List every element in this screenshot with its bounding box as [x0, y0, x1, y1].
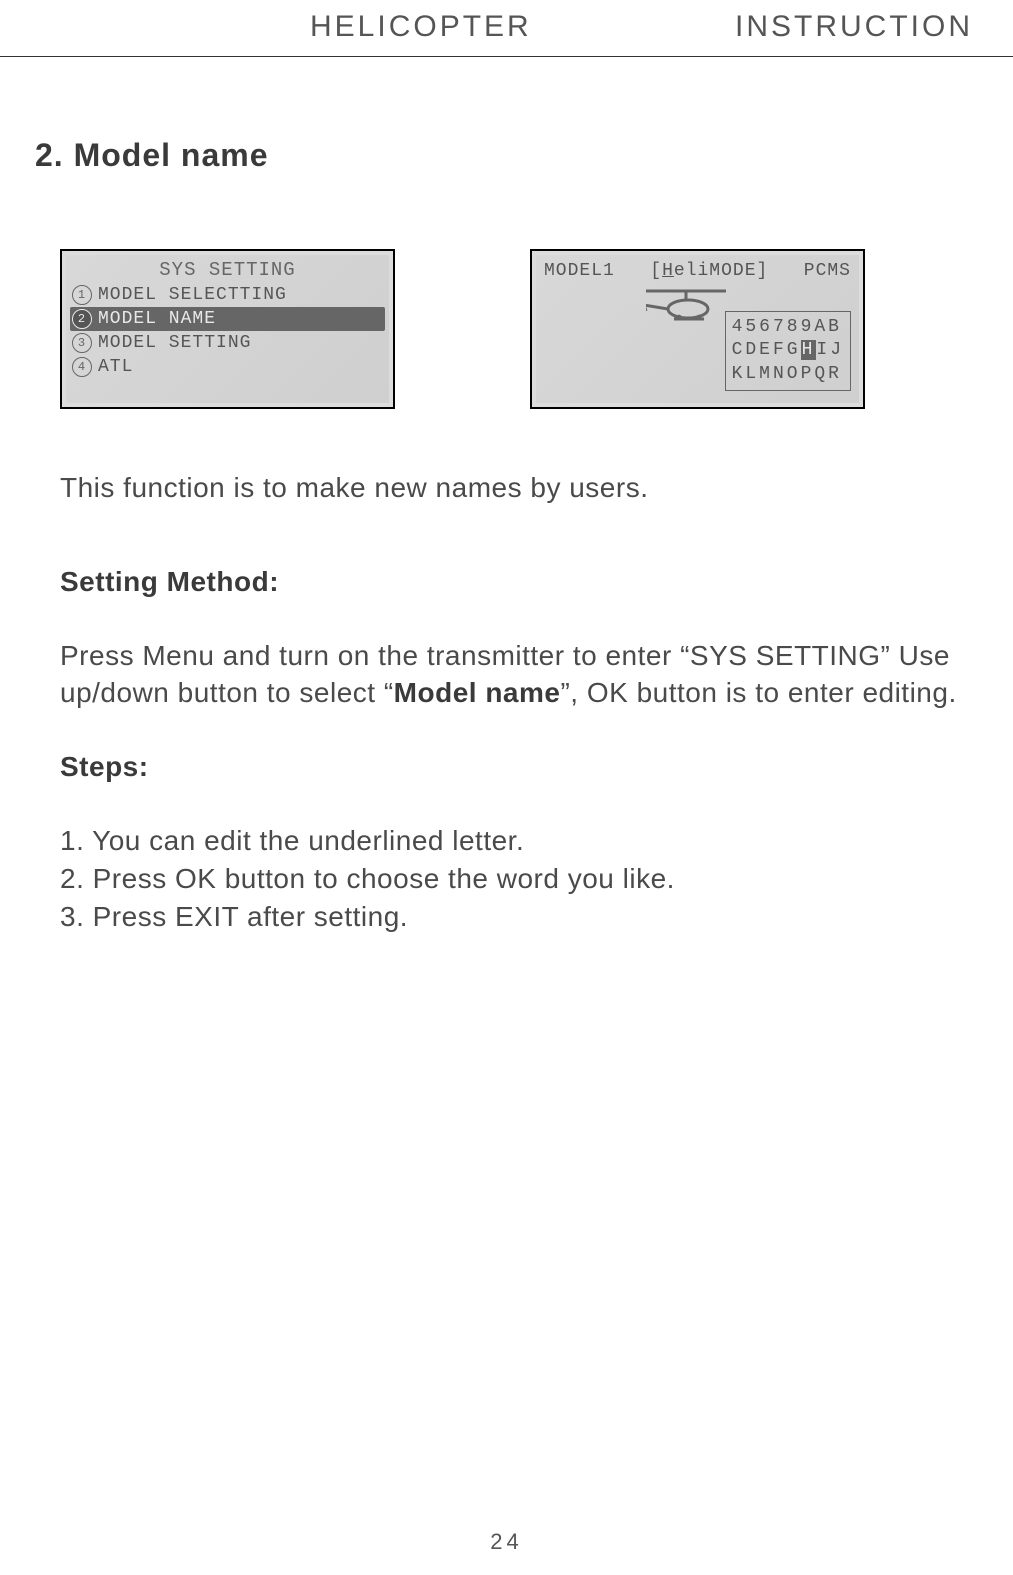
lcd2-mode-label: [HeliMODE]	[650, 261, 768, 281]
lcd-frame-2: MODEL1 [HeliMODE] PCMS	[530, 249, 865, 409]
lcd2-top-row: MODEL1 [HeliMODE] PCMS	[536, 255, 859, 281]
body-content: This function is to make new names by us…	[60, 469, 963, 935]
page-header: HELICOPTER INSTRUCTION	[0, 0, 1013, 57]
step-3: 3. Press EXIT after setting.	[60, 898, 963, 936]
lcd1-bullet-3: 3	[72, 333, 92, 353]
lcd-frame-1: SYS SETTING 1 MODEL SELECTTING 2 MODEL N…	[60, 249, 395, 409]
lcd1-item-4: 4 ATL	[66, 355, 389, 379]
lcd-screens-row: SYS SETTING 1 MODEL SELECTTING 2 MODEL N…	[60, 249, 1013, 409]
setting-method-paragraph: Press Menu and turn on the transmitter t…	[60, 637, 963, 713]
lcd2-model-label: MODEL1	[544, 261, 615, 281]
setting-method-heading: Setting Method:	[60, 563, 963, 601]
lcd-screen-model-name: MODEL1 [HeliMODE] PCMS	[536, 255, 859, 403]
lcd1-label-3: MODEL SETTING	[98, 333, 251, 353]
lcd1-menu-list: 1 MODEL SELECTTING 2 MODEL NAME 3 MODEL …	[66, 283, 389, 379]
page-number: 24	[0, 1529, 1013, 1555]
steps-heading: Steps:	[60, 748, 963, 786]
step-1: 1. You can edit the underlined letter.	[60, 822, 963, 860]
lcd-screen-sys-setting: SYS SETTING 1 MODEL SELECTTING 2 MODEL N…	[66, 255, 389, 403]
section-title: 2. Model name	[35, 137, 1013, 174]
lcd1-bullet-1: 1	[72, 285, 92, 305]
step-2: 2. Press OK button to choose the word yo…	[60, 860, 963, 898]
lcd1-label-1: MODEL SELECTTING	[98, 285, 287, 305]
header-right: INSTRUCTION	[735, 10, 973, 44]
char-grid-row1: 456789AB	[732, 316, 844, 339]
char-grid-row2: CDEFGHIJ	[732, 339, 844, 362]
char-grid-highlight: H	[801, 340, 817, 360]
intro-text: This function is to make new names by us…	[60, 469, 963, 507]
lcd1-item-1: 1 MODEL SELECTTING	[66, 283, 389, 307]
char-grid-row3: KLMNOPQR	[732, 363, 844, 386]
lcd2-char-grid: 456789AB CDEFGHIJ KLMNOPQR	[725, 311, 851, 391]
lcd1-label-4: ATL	[98, 357, 133, 377]
lcd1-bullet-2: 2	[72, 309, 92, 329]
lcd2-pcms-label: PCMS	[804, 261, 851, 281]
lcd1-bullet-4: 4	[72, 357, 92, 377]
lcd1-title: SYS SETTING	[66, 255, 389, 281]
lcd1-label-2: MODEL NAME	[98, 309, 216, 329]
header-left: HELICOPTER	[310, 10, 532, 44]
lcd1-item-3: 3 MODEL SETTING	[66, 331, 389, 355]
lcd1-item-2-selected: 2 MODEL NAME	[70, 307, 385, 331]
